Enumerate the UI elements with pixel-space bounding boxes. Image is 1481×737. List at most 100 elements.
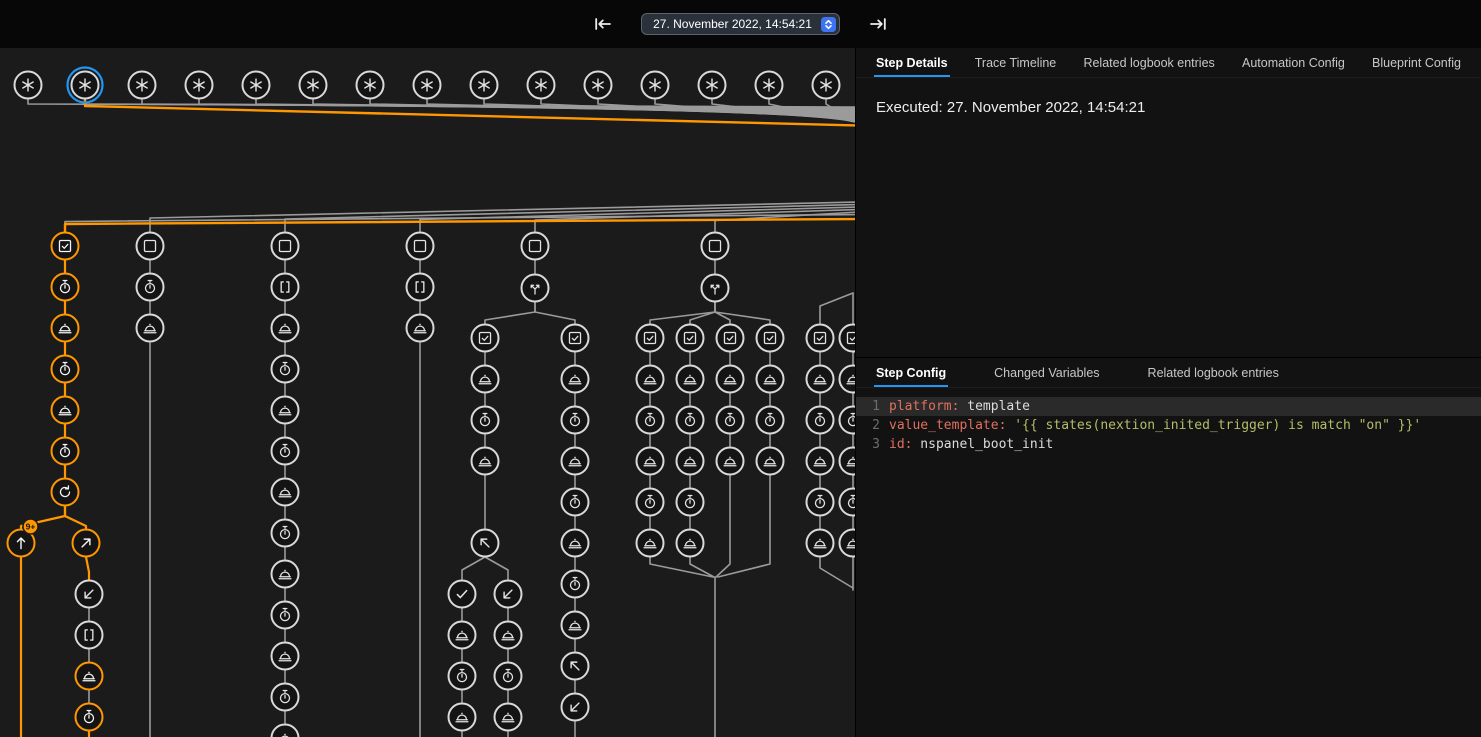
trace-node-timer[interactable] [272,684,299,711]
trace-node-asterisk[interactable] [813,72,840,99]
trace-node-checkbox[interactable] [807,325,834,352]
tab-automation-config[interactable]: Automation Config [1240,48,1347,77]
trace-node-square[interactable] [522,233,549,260]
trace-node-asterisk[interactable] [471,72,498,99]
trace-node-timer[interactable] [137,274,164,301]
trace-node-checkbox[interactable] [840,325,857,352]
trace-node-dome[interactable] [562,530,589,557]
tab-related-logbook-entries[interactable]: Related logbook entries [1081,48,1216,77]
trace-node-checkbox[interactable] [717,325,744,352]
trace-node-asterisk[interactable] [129,72,156,99]
trace-node-timer[interactable] [272,602,299,629]
trace-node-timer[interactable] [76,704,103,731]
trace-node-dome[interactable] [495,704,522,731]
trace-node-asterisk[interactable] [300,72,327,99]
trace-node-arrowbl[interactable] [562,694,589,721]
trace-node-timer[interactable] [562,571,589,598]
trace-node-check[interactable] [449,581,476,608]
trace-node-dome[interactable] [757,366,784,393]
trace-node-dome[interactable] [407,315,434,342]
trace-node-asterisk[interactable] [642,72,669,99]
trace-node-dome[interactable] [52,397,79,424]
trace-node-dome[interactable] [449,622,476,649]
tab-blueprint-config[interactable]: Blueprint Config [1370,48,1463,77]
trace-node-checkbox[interactable] [472,325,499,352]
trace-node-dome[interactable] [272,479,299,506]
trace-node-timer[interactable] [272,356,299,383]
trace-node-dome[interactable] [137,315,164,342]
trace-node-timer[interactable] [840,407,857,434]
trace-node-arrowbl[interactable] [495,581,522,608]
next-run-button[interactable] [866,12,890,36]
trace-node-timer[interactable] [272,520,299,547]
trace-node-timer[interactable] [495,663,522,690]
trace-node-arrowtr[interactable] [73,530,100,557]
trace-node-asterisk[interactable] [357,72,384,99]
trace-node-checkbox[interactable] [677,325,704,352]
trace-node-square[interactable] [137,233,164,260]
trace-node-checkbox[interactable] [52,233,79,260]
trace-node-dome[interactable] [637,366,664,393]
trace-node-dome[interactable] [272,397,299,424]
trace-node-brackets[interactable] [407,274,434,301]
trace-node-dome[interactable] [677,448,704,475]
trace-node-dome[interactable] [562,612,589,639]
step-config-code-editor[interactable]: 1platform: template 2value_template: '{{… [856,388,1481,737]
trace-node-dome[interactable] [677,530,704,557]
trace-node-timer[interactable] [807,489,834,516]
trace-node-dome[interactable] [807,530,834,557]
trace-node-dome[interactable] [272,725,299,737]
trace-node-dome[interactable] [637,530,664,557]
trace-node-dome[interactable] [757,448,784,475]
trace-node-dome[interactable] [272,643,299,670]
trace-node-parallel[interactable] [702,275,729,302]
trace-node-dome[interactable] [76,663,103,690]
trace-node-brackets[interactable] [76,622,103,649]
trace-node-asterisk[interactable] [528,72,555,99]
trace-node-arrowup[interactable]: 9+ [8,519,39,557]
trace-node-dome[interactable] [272,315,299,342]
trace-node-dome[interactable] [562,448,589,475]
trace-node-asterisk[interactable] [756,72,783,99]
trace-node-dome[interactable] [807,366,834,393]
trace-node-timer[interactable] [677,489,704,516]
trace-node-dome[interactable] [495,622,522,649]
trace-node-asterisk[interactable] [186,72,213,99]
trace-node-checkbox[interactable] [637,325,664,352]
trace-node-dome[interactable] [472,366,499,393]
trace-node-timer[interactable] [562,407,589,434]
trace-node-dome[interactable] [562,366,589,393]
run-picker-select[interactable]: 27. November 2022, 14:54:21 [641,13,840,35]
trace-node-dome[interactable] [717,448,744,475]
trace-node-timer[interactable] [637,489,664,516]
trace-node-timer[interactable] [472,407,499,434]
trace-node-timer[interactable] [272,438,299,465]
tab-changed-variables[interactable]: Changed Variables [992,358,1101,387]
trace-node-arrowtl[interactable] [472,530,499,557]
trace-node-square[interactable] [272,233,299,260]
trace-node-arrowbl[interactable] [76,581,103,608]
trace-node-dome[interactable] [472,448,499,475]
trace-node-brackets[interactable] [272,274,299,301]
trace-node-parallel[interactable] [522,275,549,302]
trace-node-timer[interactable] [637,407,664,434]
trace-node-arrowtl[interactable] [562,653,589,680]
trace-node-checkbox[interactable] [562,325,589,352]
trace-node-dome[interactable] [840,366,857,393]
trace-node-dome[interactable] [717,366,744,393]
trace-node-asterisk[interactable] [68,68,103,103]
trace-node-timer[interactable] [449,663,476,690]
tab-trace-timeline[interactable]: Trace Timeline [973,48,1059,77]
trace-node-square[interactable] [702,233,729,260]
trace-node-dome[interactable] [272,561,299,588]
trace-node-dome[interactable] [52,315,79,342]
trace-node-asterisk[interactable] [585,72,612,99]
trace-node-timer[interactable] [757,407,784,434]
trace-node-timer[interactable] [52,356,79,383]
trace-node-timer[interactable] [677,407,704,434]
trace-node-asterisk[interactable] [414,72,441,99]
trace-node-asterisk[interactable] [243,72,270,99]
trace-node-dome[interactable] [807,448,834,475]
tab-step-config[interactable]: Step Config [874,358,948,387]
trace-node-timer[interactable] [562,489,589,516]
